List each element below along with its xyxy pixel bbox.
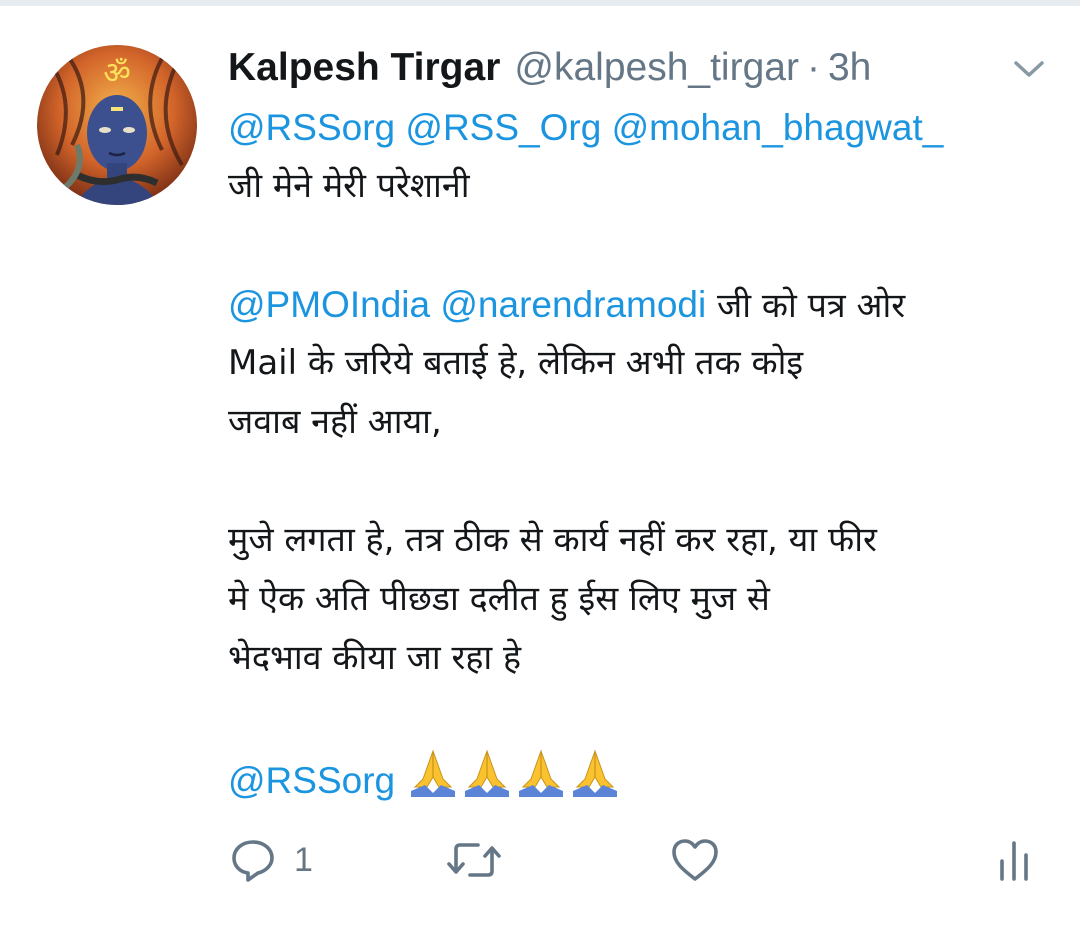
reply-button[interactable]: 1	[230, 830, 313, 890]
folded-hands-emoji	[519, 749, 564, 797]
retweet-button[interactable]	[446, 830, 502, 890]
tweet-text-segment: मे ऐेक अति पीछडा दलीत हु ईस लिए मुज से	[228, 579, 770, 619]
author-handle[interactable]: @kalpesh_tirgar	[514, 40, 799, 96]
analytics-button[interactable]	[996, 830, 1032, 890]
avatar[interactable]: ॐ	[37, 45, 197, 205]
folded-hands-emoji	[465, 749, 510, 797]
tweet-text-segment: जवाब नहीं आया,	[228, 402, 442, 442]
tweet-text-segment: जी को पत्र ओर	[706, 286, 906, 326]
tweet-line: @RSSorg	[228, 747, 1058, 806]
tweet-text-segment: भेदभाव कीया जा रहा हे	[228, 638, 522, 678]
tweet-timestamp[interactable]: 3h	[828, 40, 871, 96]
mention-link[interactable]: @RSSorg @RSS_Org @mohan_bhagwat_	[228, 107, 943, 148]
tweet-line: मुजे लगता हे, तत्र ठीक से कार्य नहीं कर …	[228, 511, 1058, 570]
tweet-line: Mail के जरिये बताई हे, लेकिन अभी तक कोइ	[228, 334, 1058, 393]
mention-link[interactable]: @RSSorg	[228, 760, 395, 801]
chevron-down-icon[interactable]	[1012, 58, 1046, 80]
tweet-text: @RSSorg @RSS_Org @mohan_bhagwat_ जी मेने …	[228, 98, 1058, 806]
tweet-text-segment: जी मेने मेरी परेशानी	[228, 166, 470, 206]
analytics-icon	[1000, 841, 1028, 881]
reply-icon	[232, 840, 274, 882]
like-button[interactable]	[670, 830, 720, 890]
tweet-text-segment: मुजे लगता हे, तत्र ठीक से कार्य नहीं कर …	[228, 520, 877, 560]
tweet-actions: 1	[228, 830, 1048, 890]
tweet-line: जवाब नहीं आया,	[228, 393, 1058, 452]
tweet-line: @RSSorg @RSS_Org @mohan_bhagwat_	[228, 98, 1058, 157]
folded-hands-emoji	[411, 749, 456, 797]
author-name[interactable]: Kalpesh Tirgar	[228, 40, 500, 96]
retweet-icon	[447, 843, 501, 877]
mention-link[interactable]: @PMOIndia @narendramodi	[228, 284, 706, 325]
avatar-image: ॐ	[37, 45, 197, 205]
tweet-line: @PMOIndia @narendramodi जी को पत्र ओर	[228, 275, 1058, 334]
tweet-line: मे ऐेक अति पीछडा दलीत हु ईस लिए मुज से	[228, 570, 1058, 629]
tweet-text-segment: Mail के जरिये बताई हे, लेकिन अभी तक कोइ	[228, 343, 804, 383]
emoji-group	[407, 747, 623, 818]
tweet-line: भेदभाव कीया जा रहा हे	[228, 629, 1058, 688]
reply-count: 1	[294, 840, 313, 879]
tweet-header: Kalpesh Tirgar @kalpesh_tirgar · 3h	[228, 40, 871, 96]
header-separator: ·	[806, 46, 820, 89]
folded-hands-emoji	[573, 749, 618, 797]
svg-text:ॐ: ॐ	[103, 56, 130, 91]
top-divider	[0, 0, 1080, 6]
like-icon	[672, 839, 718, 881]
tweet-line: जी मेने मेरी परेशानी	[228, 157, 1058, 216]
